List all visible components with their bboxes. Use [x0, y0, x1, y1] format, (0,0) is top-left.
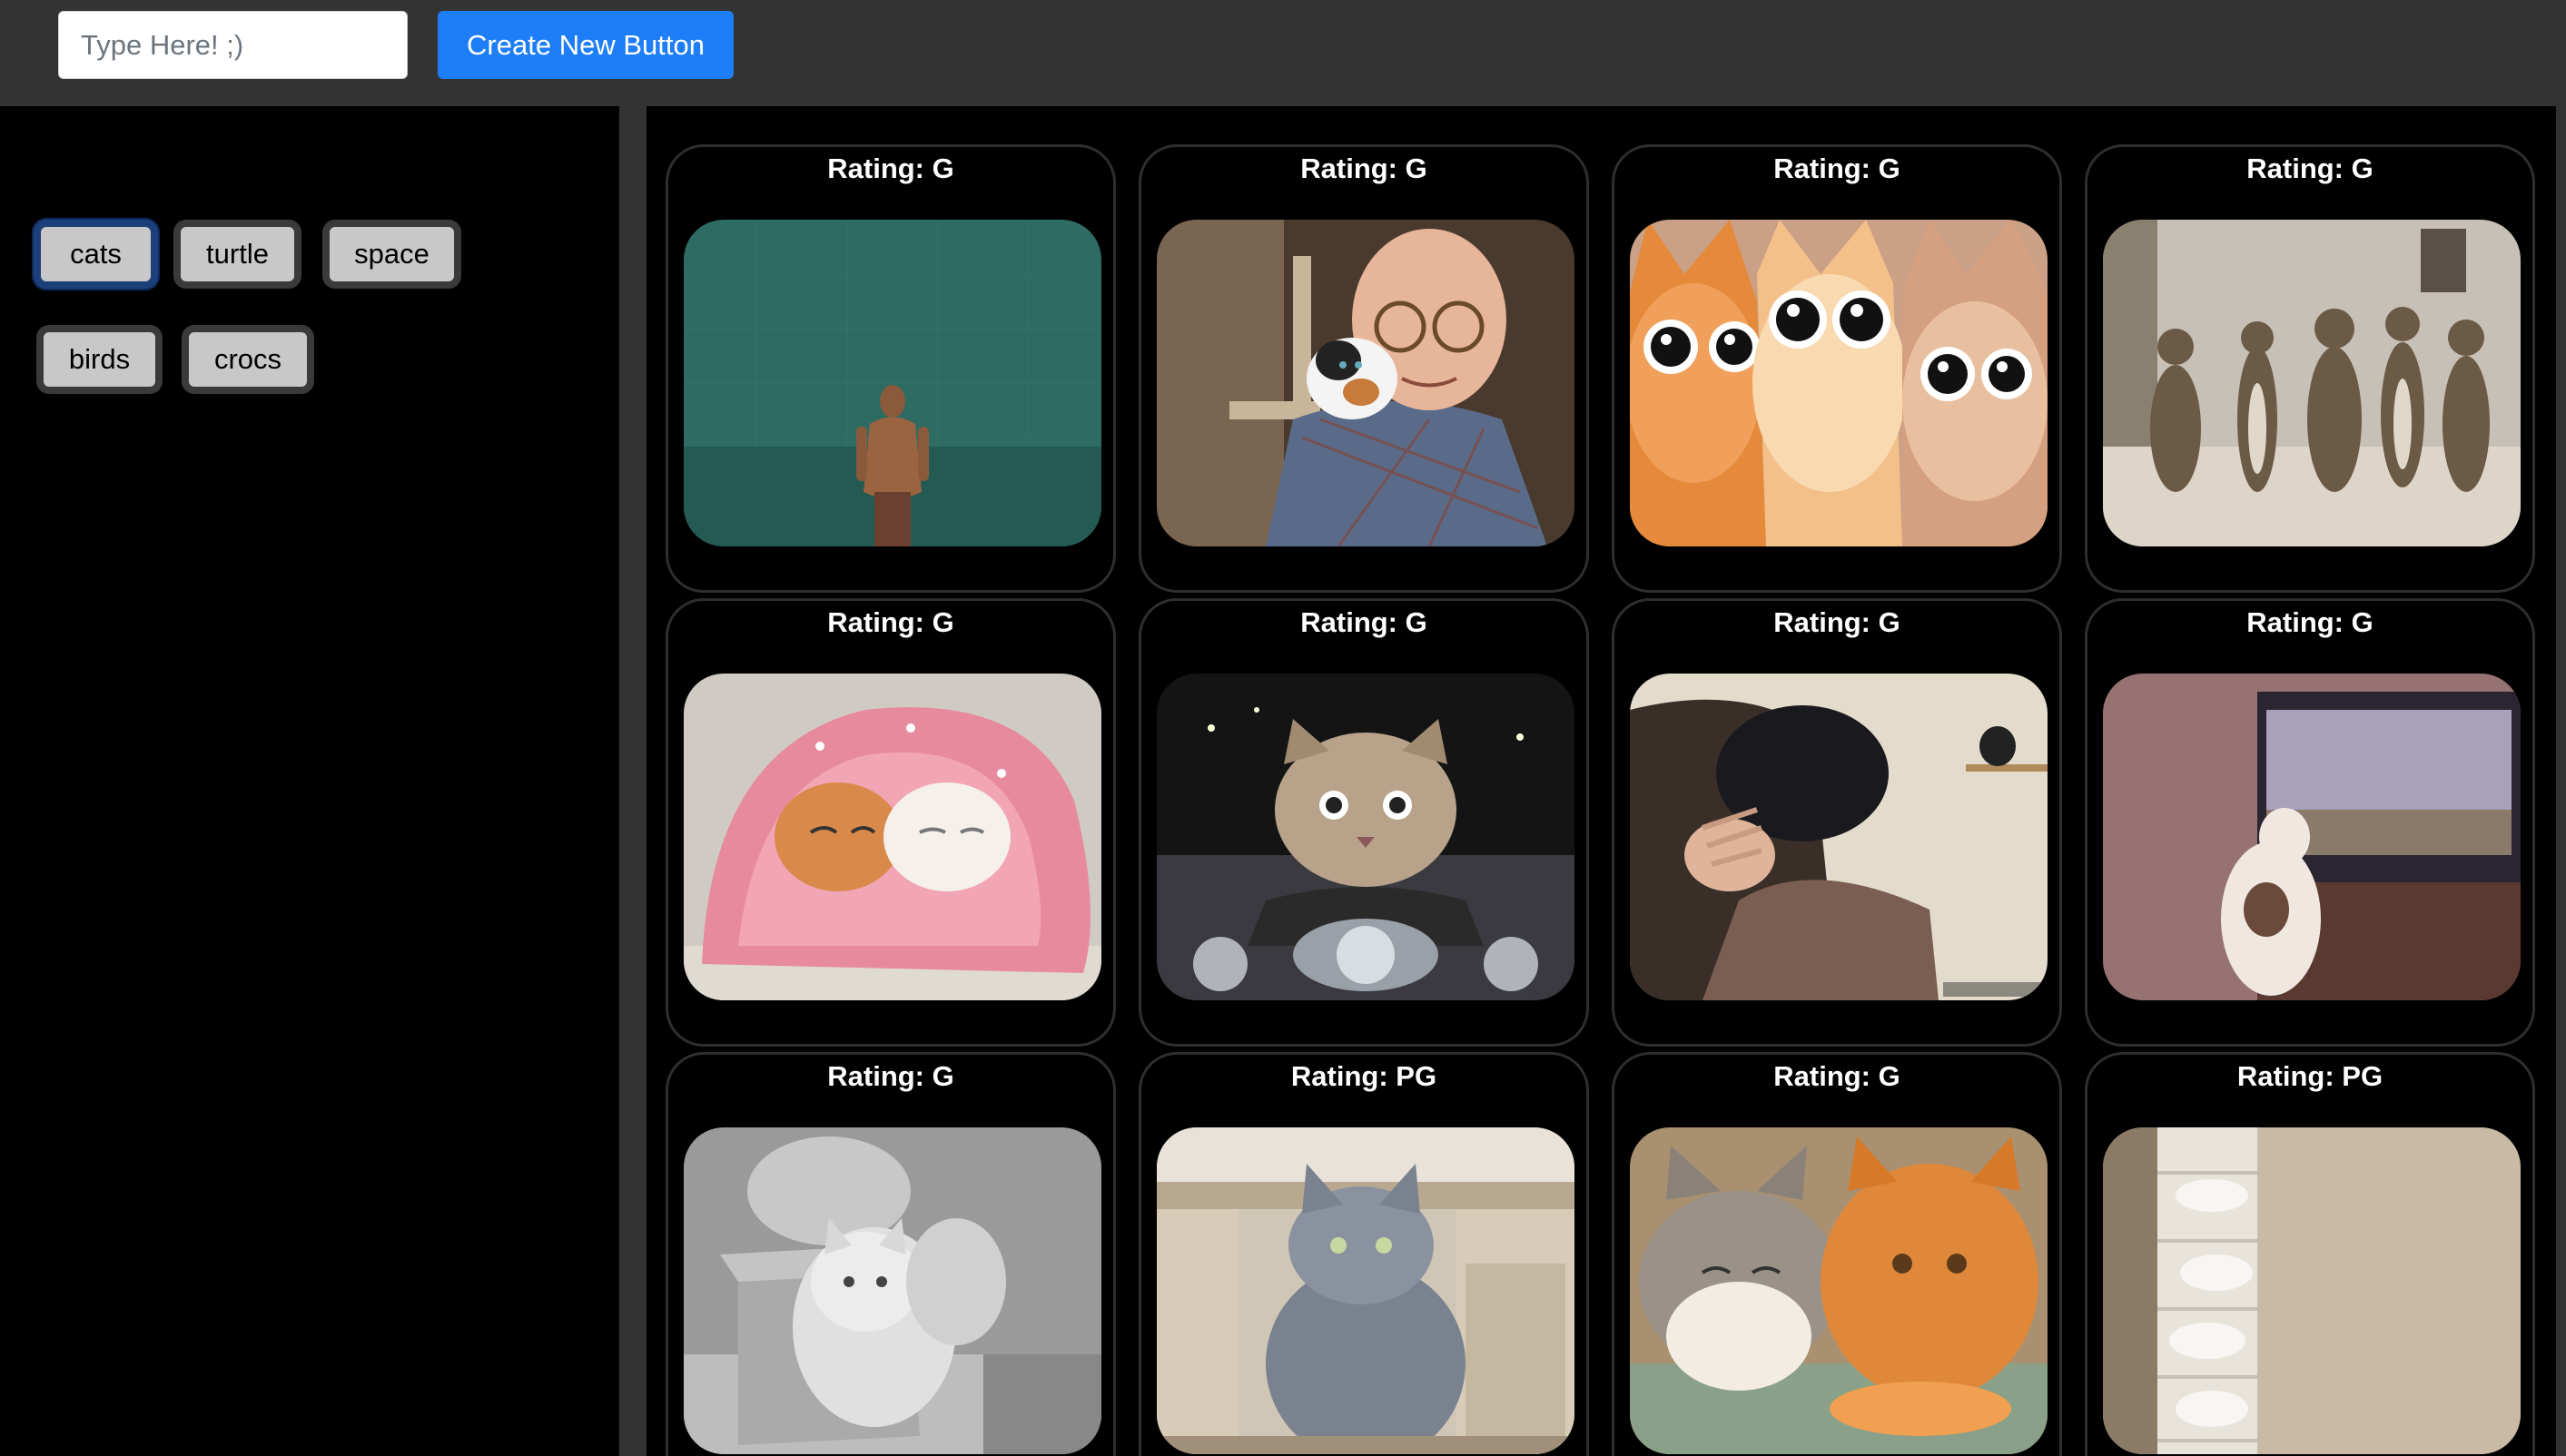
gif-image[interactable] [684, 674, 1101, 1000]
gif-image[interactable] [2103, 1127, 2521, 1454]
gif-card: Rating: G [1612, 144, 2062, 593]
gif-image[interactable] [1157, 220, 1574, 546]
gif-card: Rating: G [1139, 598, 1589, 1047]
tag-button-cats[interactable]: cats [34, 220, 158, 289]
gif-grid: Rating: G Rating: G Rating: G Rating: G … [646, 106, 2556, 1456]
gif-image[interactable] [2103, 674, 2521, 1000]
gif-image[interactable] [1630, 220, 2048, 546]
gif-image[interactable] [1630, 674, 2048, 1000]
gif-image[interactable] [2103, 220, 2521, 546]
tag-button-crocs[interactable]: crocs [182, 325, 314, 394]
tag-button-birds[interactable]: birds [36, 325, 163, 394]
panel-divider [619, 106, 646, 1456]
gif-image[interactable] [684, 220, 1101, 546]
gif-image[interactable] [1157, 674, 1574, 1000]
gif-card: Rating: PG [1139, 1052, 1589, 1456]
tag-button-turtle[interactable]: turtle [173, 220, 301, 289]
gif-card: Rating: G [1612, 1052, 2062, 1456]
rating-label: Rating: G [1300, 606, 1427, 638]
gif-card: Rating: G [666, 1052, 1116, 1456]
rating-label: Rating: G [827, 1060, 954, 1092]
top-toolbar: Create New Button [0, 0, 2566, 106]
tag-button-space[interactable]: space [322, 220, 461, 289]
scrollbar[interactable] [2556, 106, 2566, 1456]
rating-label: Rating: G [2246, 152, 2374, 184]
gif-card: Rating: G [2085, 598, 2535, 1047]
rating-label: Rating: G [1773, 606, 1900, 638]
gif-card: Rating: G [1612, 598, 2062, 1047]
rating-label: Rating: G [1300, 152, 1427, 184]
gif-image[interactable] [1157, 1127, 1574, 1454]
rating-label: Rating: PG [1290, 1060, 1437, 1092]
gif-card: Rating: G [1139, 144, 1589, 593]
gif-image[interactable] [1630, 1127, 2048, 1454]
gif-card: Rating: G [2085, 144, 2535, 593]
search-input[interactable] [58, 11, 408, 79]
gif-card: Rating: PG [2085, 1052, 2535, 1456]
gif-card: Rating: G [666, 144, 1116, 593]
rating-label: Rating: PG [2236, 1060, 2383, 1092]
rating-label: Rating: G [827, 606, 954, 638]
rating-label: Rating: G [1773, 152, 1900, 184]
gif-card: Rating: G [666, 598, 1116, 1047]
rating-label: Rating: G [1773, 1060, 1900, 1092]
gif-image[interactable] [684, 1127, 1101, 1454]
sidebar: cats turtle space birds crocs [0, 106, 619, 1456]
create-new-button[interactable]: Create New Button [438, 11, 734, 79]
rating-label: Rating: G [2246, 606, 2374, 638]
rating-label: Rating: G [827, 152, 954, 184]
